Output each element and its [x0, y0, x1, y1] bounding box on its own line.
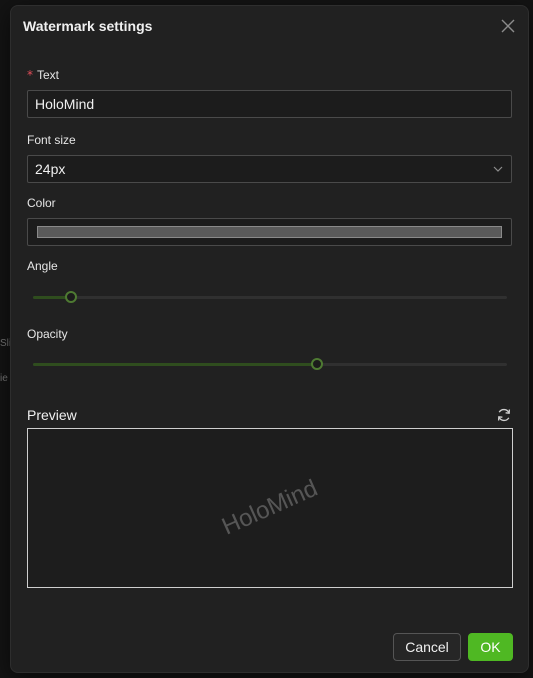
angle-slider[interactable] — [33, 290, 507, 304]
text-label: Text — [37, 68, 60, 82]
close-icon[interactable] — [500, 18, 516, 34]
font-size-value: 24px — [35, 161, 66, 177]
font-size-label: Font size — [27, 133, 76, 147]
watermark-preview-text: HoloMind — [217, 474, 322, 541]
chevron-down-icon — [493, 166, 503, 172]
slider-handle[interactable] — [64, 291, 77, 303]
opacity-label: Opacity — [27, 327, 68, 341]
slider-rail — [33, 296, 507, 299]
text-field-label: * Text — [27, 68, 59, 82]
ok-button[interactable]: OK — [468, 633, 513, 661]
color-swatch — [37, 226, 502, 238]
color-picker[interactable] — [27, 218, 512, 246]
dialog-title: Watermark settings — [23, 18, 153, 34]
text-input[interactable] — [27, 90, 512, 118]
slider-track — [33, 363, 318, 366]
cancel-button[interactable]: Cancel — [393, 633, 461, 661]
background-text-fragment: ie — [0, 373, 8, 384]
required-mark: * — [27, 68, 33, 82]
slider-handle[interactable] — [311, 358, 324, 370]
angle-label: Angle — [27, 259, 58, 273]
preview-area: HoloMind — [27, 428, 513, 588]
refresh-icon[interactable] — [496, 407, 512, 423]
preview-label: Preview — [27, 407, 77, 423]
opacity-slider[interactable] — [33, 357, 507, 371]
color-label: Color — [27, 196, 56, 210]
watermark-settings-dialog: Watermark settings *Text Font size 24px … — [10, 5, 529, 673]
font-size-select[interactable]: 24px — [27, 155, 512, 183]
